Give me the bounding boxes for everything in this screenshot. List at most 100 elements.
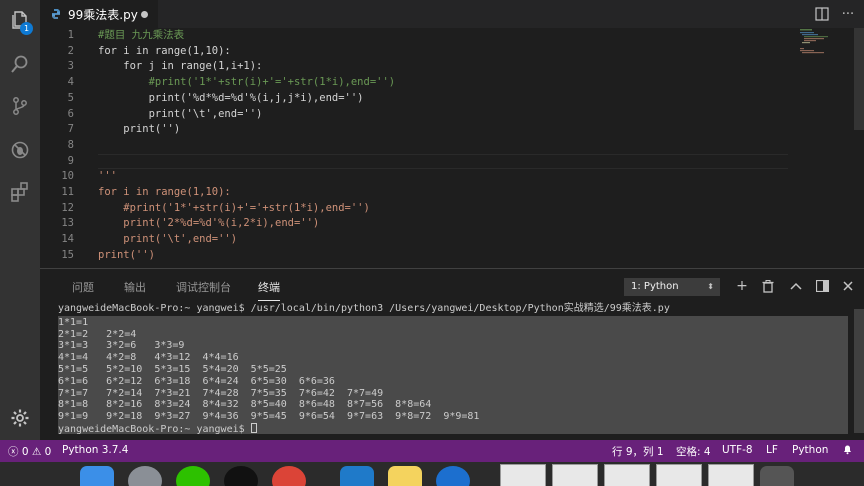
notifications-bell-icon[interactable] bbox=[842, 444, 853, 458]
line-number: 2 bbox=[67, 44, 74, 57]
extensions-icon[interactable] bbox=[8, 180, 32, 204]
terminal-line: 3*1=3 3*2=6 3*3=9 bbox=[58, 340, 185, 352]
line-number: 15 bbox=[61, 248, 74, 261]
tab-problems[interactable]: 问题 bbox=[72, 279, 94, 295]
terminal-prompt: yangweideMacBook-Pro:~ yangwei$ bbox=[58, 424, 251, 435]
more-actions-icon[interactable]: ··· bbox=[840, 6, 856, 22]
terminal-line: 9*1=9 9*2=18 9*3=27 9*4=36 9*5=45 9*6=54… bbox=[58, 411, 480, 423]
source-control-icon[interactable] bbox=[8, 94, 32, 118]
python-interpreter[interactable]: Python 3.7.4 bbox=[62, 444, 128, 456]
close-panel-icon[interactable] bbox=[840, 278, 856, 294]
chrome-icon[interactable] bbox=[272, 466, 306, 486]
current-line-highlight bbox=[98, 153, 788, 170]
app-icon[interactable] bbox=[436, 466, 470, 486]
editor-scrollbar[interactable] bbox=[854, 28, 864, 130]
terminal-cursor bbox=[250, 423, 257, 433]
terminal-prompt-line: yangweideMacBook-Pro:~ yangwei$ bbox=[58, 423, 257, 435]
terminal-select-value: 1: Python bbox=[631, 281, 679, 292]
split-editor-icon[interactable] bbox=[814, 6, 830, 22]
launchpad-icon[interactable] bbox=[128, 466, 162, 486]
minimized-window-thumbnail[interactable] bbox=[708, 464, 754, 486]
code-line: #print('1*'+str(i)+'='+str(1*i),end='') bbox=[98, 201, 370, 214]
minimized-window-thumbnail[interactable] bbox=[500, 464, 546, 486]
end-of-line[interactable]: LF bbox=[766, 444, 778, 456]
line-number: 5 bbox=[67, 91, 74, 104]
toggle-panel-layout-icon[interactable] bbox=[814, 278, 830, 294]
error-count: 0 bbox=[21, 446, 29, 458]
maximize-panel-chevron-up-icon[interactable] bbox=[788, 278, 804, 294]
line-number: 8 bbox=[67, 138, 74, 151]
minimized-window-thumbnail[interactable] bbox=[656, 464, 702, 486]
line-number: 13 bbox=[61, 217, 74, 230]
line-number: 9 bbox=[67, 154, 74, 167]
warning-count: 0 bbox=[44, 446, 52, 458]
line-number: 12 bbox=[61, 201, 74, 214]
code-line: print('') bbox=[98, 248, 155, 261]
code-line: for i in range(1,10): bbox=[98, 44, 231, 57]
macos-dock bbox=[0, 462, 864, 486]
line-number: 14 bbox=[61, 233, 74, 246]
terminal-select[interactable]: 1: Python ⬍ bbox=[624, 278, 720, 296]
line-number: 10 bbox=[61, 170, 74, 183]
error-icon: ⓧ bbox=[8, 446, 19, 458]
line-number: 11 bbox=[61, 186, 74, 198]
minimized-window-thumbnail[interactable] bbox=[552, 464, 598, 486]
terminal-line: 7*1=7 7*2=14 7*3=21 7*4=28 7*5=35 7*6=42… bbox=[58, 387, 384, 399]
tab-terminal[interactable]: 终端 bbox=[258, 279, 280, 301]
terminal-line: 5*1=5 5*2=10 5*3=15 5*4=20 5*5=25 bbox=[58, 364, 287, 375]
line-number: 4 bbox=[67, 76, 74, 89]
cursor-position[interactable]: 行 9，列 1 bbox=[612, 444, 664, 459]
tab-label: 99乘法表.py bbox=[68, 7, 138, 22]
bottom-panel: 问题 输出 调试控制台 终端 1: Python ⬍ + yangweideMa… bbox=[40, 268, 864, 440]
indentation[interactable]: 空格: 4 bbox=[676, 444, 711, 459]
code-line: print('%d*%d=%d'%(i,j,j*i),end='') bbox=[98, 91, 364, 104]
code-line: print('') bbox=[98, 123, 181, 136]
tab-99-multiplication[interactable]: 99乘法表.py bbox=[40, 0, 158, 28]
code-line: print('\t',end='') bbox=[98, 233, 238, 246]
code-editor[interactable]: 1 2 3 4 5 6 7 8 9 10 11 12 13 14 15 #题目 … bbox=[40, 28, 864, 268]
unsaved-dot-icon[interactable] bbox=[141, 11, 148, 18]
finder-icon[interactable] bbox=[80, 466, 114, 486]
explorer-badge: 1 bbox=[20, 22, 33, 35]
qq-icon[interactable] bbox=[224, 466, 258, 486]
debug-icon[interactable] bbox=[8, 138, 32, 162]
terminal-line: 4*1=4 4*2=8 4*3=12 4*4=16 bbox=[58, 352, 239, 364]
python-file-icon bbox=[52, 9, 60, 19]
warning-icon: ⚠ bbox=[31, 446, 42, 458]
terminal-line: 2*1=2 2*2=4 bbox=[58, 328, 137, 340]
code-line: #print('1*'+str(i)+'='+str(1*i),end='') bbox=[98, 76, 396, 89]
status-bar: ⓧ 0 ⚠ 0 Python 3.7.4 行 9，列 1 空格: 4 UTF-8… bbox=[0, 440, 864, 462]
trash-icon[interactable] bbox=[760, 466, 794, 486]
terminal-line: yangweideMacBook-Pro:~ yangwei$ /usr/loc… bbox=[58, 303, 670, 314]
terminal-line: 1*1=1 bbox=[58, 316, 89, 328]
python-launcher-icon[interactable] bbox=[388, 466, 422, 486]
code-line: for i in range(1,10): bbox=[98, 186, 231, 198]
kill-terminal-trash-icon[interactable] bbox=[760, 278, 776, 294]
tab-output[interactable]: 输出 bbox=[124, 279, 146, 295]
activity-bar: 1 bbox=[0, 0, 40, 440]
tab-debug-console[interactable]: 调试控制台 bbox=[176, 279, 231, 295]
select-arrows-icon: ⬍ bbox=[707, 282, 714, 291]
language-mode[interactable]: Python bbox=[792, 444, 828, 456]
wechat-icon[interactable] bbox=[176, 466, 210, 486]
panel-tabs: 问题 输出 调试控制台 终端 1: Python ⬍ + bbox=[40, 269, 864, 303]
minimap[interactable] bbox=[800, 28, 850, 78]
line-number: 1 bbox=[67, 29, 74, 41]
vscode-icon[interactable] bbox=[340, 466, 374, 486]
line-number: 3 bbox=[67, 60, 74, 73]
new-terminal-plus-icon[interactable]: + bbox=[734, 278, 750, 294]
search-icon[interactable] bbox=[8, 52, 32, 76]
editor-tab-bar: 99乘法表.py ··· bbox=[40, 0, 864, 28]
code-line: for j in range(1,i+1): bbox=[98, 60, 263, 73]
code-line: print('2*%d=%d'%(i,2*i),end='') bbox=[98, 217, 320, 230]
code-line: print('\t',end='') bbox=[98, 107, 263, 120]
problems-indicator[interactable]: ⓧ 0 ⚠ 0 bbox=[8, 444, 51, 459]
code-line: ''' bbox=[98, 170, 117, 183]
terminal-scrollbar[interactable] bbox=[854, 309, 864, 433]
minimized-window-thumbnail[interactable] bbox=[604, 464, 650, 486]
terminal-line: 8*1=8 8*2=16 8*3=24 8*4=32 8*5=40 8*6=48… bbox=[58, 399, 432, 411]
line-number: 7 bbox=[67, 123, 74, 136]
settings-gear-icon[interactable] bbox=[8, 406, 32, 430]
terminal-line: 6*1=6 6*2=12 6*3=18 6*4=24 6*5=30 6*6=36 bbox=[58, 375, 335, 387]
encoding[interactable]: UTF-8 bbox=[722, 444, 753, 456]
